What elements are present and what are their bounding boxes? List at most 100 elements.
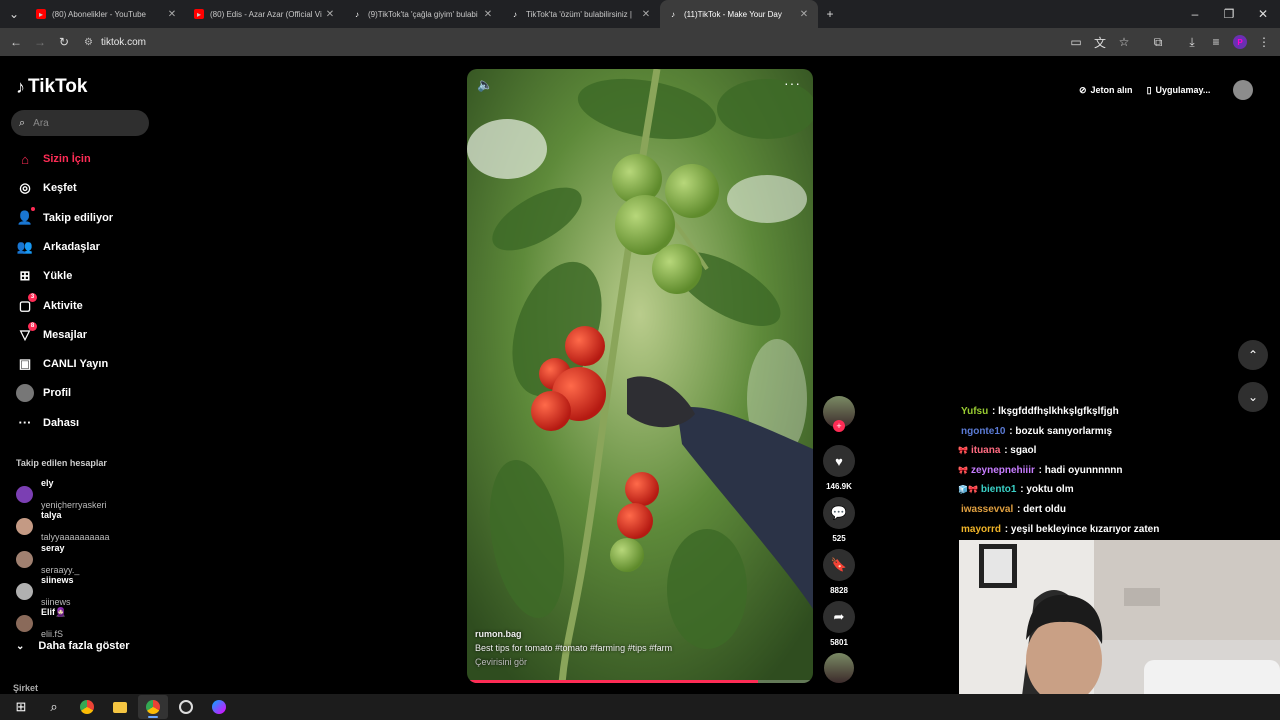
video-progress-fill (467, 680, 758, 683)
volume-icon[interactable]: 🔈 (477, 77, 493, 93)
chrome-icon[interactable] (72, 695, 102, 719)
music-disc-button[interactable] (822, 653, 856, 683)
video-caption: rumon.bag Best tips for tomato #tomato #… (475, 627, 672, 669)
close-tab-icon[interactable]: ✕ (324, 9, 336, 20)
close-window-button[interactable]: ✕ (1246, 2, 1280, 26)
previous-video-button[interactable]: ⌃ (1238, 340, 1268, 370)
obs-icon[interactable] (171, 695, 201, 719)
chat-username: iwassevval (961, 503, 1014, 515)
followed-account[interactable]: seray seraayy._ (16, 543, 79, 576)
site-info-icon[interactable]: ⚙ (84, 37, 93, 48)
translate-icon[interactable]: 文 (1088, 30, 1112, 54)
chat-text: : hadi oyunnnnnn (1038, 464, 1123, 476)
sidebar-item-6[interactable]: ▽ 8 Mesajlar (16, 321, 156, 344)
chat-badge-icon: 🧊🎀 (958, 485, 978, 495)
close-tab-icon[interactable]: ✕ (166, 9, 178, 20)
search-input[interactable]: ⌕ Ara (11, 110, 149, 136)
heart-icon: ♥ (823, 445, 855, 477)
sidebar-item-8[interactable]: Profil (16, 384, 156, 403)
show-more-button[interactable]: ⌄ Daha fazla göster (16, 640, 129, 652)
avatar (16, 486, 33, 503)
followed-account[interactable]: siinews siinews (16, 575, 74, 608)
sidebar-item-label: Profil (43, 387, 72, 400)
profile-button[interactable]: P (1228, 30, 1252, 54)
account-name: talya (41, 510, 62, 521)
upload-icon: ⊞ (19, 268, 31, 284)
taskbar-search-icon[interactable]: ⌕ (39, 695, 69, 719)
messenger-icon[interactable] (204, 695, 234, 719)
chrome-active-icon[interactable] (138, 695, 168, 719)
account-handle: seraayy._ (41, 564, 80, 575)
browser-tab-1[interactable]: ▸ (80) Edis - Azar Azar (Official Vi ✕ (186, 0, 344, 28)
close-tab-icon[interactable]: ✕ (798, 9, 810, 20)
sidebar-item-4[interactable]: ⊞ Yükle (16, 267, 156, 285)
notification-badge: 8 (28, 321, 37, 331)
bookmark-star-icon[interactable]: ☆ (1112, 30, 1136, 54)
browser-tab-4[interactable]: ♪ (11)TikTok - Make Your Day ✕ (660, 0, 818, 28)
tab-title: (11)TikTok - Make Your Day (684, 9, 782, 19)
windows-start-icon[interactable]: ⊞ (6, 695, 36, 719)
back-button[interactable]: ← (4, 30, 28, 54)
sidebar-item-3[interactable]: 👥 Arkadaşlar (16, 238, 156, 256)
sidebar-item-0[interactable]: ⌂ Sizin İçin (16, 150, 156, 168)
more-options-icon[interactable]: ··· (784, 75, 801, 91)
video-username[interactable]: rumon.bag (475, 627, 672, 641)
profile-initial: P (1233, 35, 1247, 49)
browser-tab-bar: ⌄ ▸ (80) Abonelikler - YouTube ✕ ▸ (80) Edis… (0, 0, 1280, 28)
reading-list-icon[interactable]: ≡ (1204, 30, 1228, 54)
tab-title: (80) Edis - Azar Azar (Official Vi (210, 9, 322, 19)
browser-menu-icon[interactable]: ⋮ (1252, 30, 1276, 54)
creator-avatar-button[interactable]: + (822, 396, 856, 432)
new-tab-button[interactable]: + (818, 2, 842, 26)
share-button[interactable]: ➦ 5801 (822, 601, 856, 647)
close-tab-icon[interactable]: ✕ (640, 9, 652, 20)
address-bar[interactable]: ⚙ tiktok.com (84, 31, 1064, 53)
user-avatar[interactable] (1233, 80, 1254, 100)
save-button[interactable]: 🔖 8828 (822, 549, 856, 595)
video-progress-bar[interactable] (467, 680, 813, 683)
get-app-button[interactable]: ▯ Uygulamay... (1140, 80, 1218, 100)
tiktok-logo[interactable]: ♪ TikTok (16, 76, 87, 98)
like-button[interactable]: ♥ 146.9K (822, 445, 856, 491)
company-link[interactable]: Şirket (13, 683, 38, 693)
comment-button[interactable]: 💬 525 (822, 497, 856, 543)
activity-icon: ▢ 3 (16, 292, 37, 315)
forward-button[interactable]: → (28, 30, 52, 54)
followed-account[interactable]: Elif🧕🏻 elii.fS (16, 607, 66, 640)
following-section-title: Takip edilen hesaplar (16, 458, 107, 468)
restore-button[interactable]: ❐ (1212, 2, 1246, 26)
save-count: 8828 (830, 586, 848, 595)
sidebar-item-label: Sizin İçin (43, 153, 91, 165)
followed-account[interactable]: ely yeniçherryaskeri (16, 478, 107, 511)
get-coins-button[interactable]: ⊘ Jeton alın (1072, 80, 1140, 100)
follow-plus-icon[interactable]: + (833, 420, 845, 432)
cast-icon[interactable]: ▭ (1064, 30, 1088, 54)
minimize-button[interactable]: – (1178, 2, 1212, 26)
live-icon: ▣ (18, 356, 32, 372)
chat-username: ngonte10 (961, 425, 1006, 437)
file-explorer-icon[interactable] (105, 695, 135, 719)
close-tab-icon[interactable]: ✕ (482, 9, 494, 20)
compass-icon: ◎ (19, 180, 31, 196)
sidebar-item-5[interactable]: ▢ 3 Aktivite (16, 292, 156, 315)
sidebar-item-2[interactable]: 👤 Takip ediliyor (16, 206, 156, 227)
webcam-image (959, 540, 1280, 720)
video-player[interactable]: 🔈 ··· rumon.bag Best tips for tomato #to… (467, 69, 813, 683)
tab-search-icon[interactable]: ⌄ (2, 2, 26, 26)
youtube-icon: ▸ (194, 9, 204, 19)
windows-taskbar: ⊞ ⌕ (0, 694, 1280, 720)
browser-tab-3[interactable]: ♪ TikTok'ta 'özüm' bulabilirsiniz | ✕ (502, 0, 660, 28)
translate-link[interactable]: Çevirisini gör (475, 655, 672, 669)
sidebar-item-1[interactable]: ◎ Keşfet (16, 179, 156, 197)
downloads-icon[interactable]: ⤓ (1180, 30, 1204, 54)
reload-button[interactable]: ↻ (52, 30, 76, 54)
extensions-icon[interactable]: ⧉ (1146, 30, 1170, 54)
account-name: siinews (41, 574, 74, 585)
webcam-overlay (959, 540, 1280, 720)
chat-username: mayorrd (961, 523, 1002, 535)
sidebar-item-9[interactable]: ··· Dahası (16, 414, 156, 432)
sidebar-item-7[interactable]: ▣ CANLI Yayın (16, 355, 156, 373)
browser-tab-2[interactable]: ♪ (9)TikTok'ta 'çağla giyim' bulabi ✕ (344, 0, 502, 28)
followed-account[interactable]: talya talyyaaaaaaaaaa (16, 510, 110, 543)
browser-tab-0[interactable]: ▸ (80) Abonelikler - YouTube ✕ (28, 0, 186, 28)
